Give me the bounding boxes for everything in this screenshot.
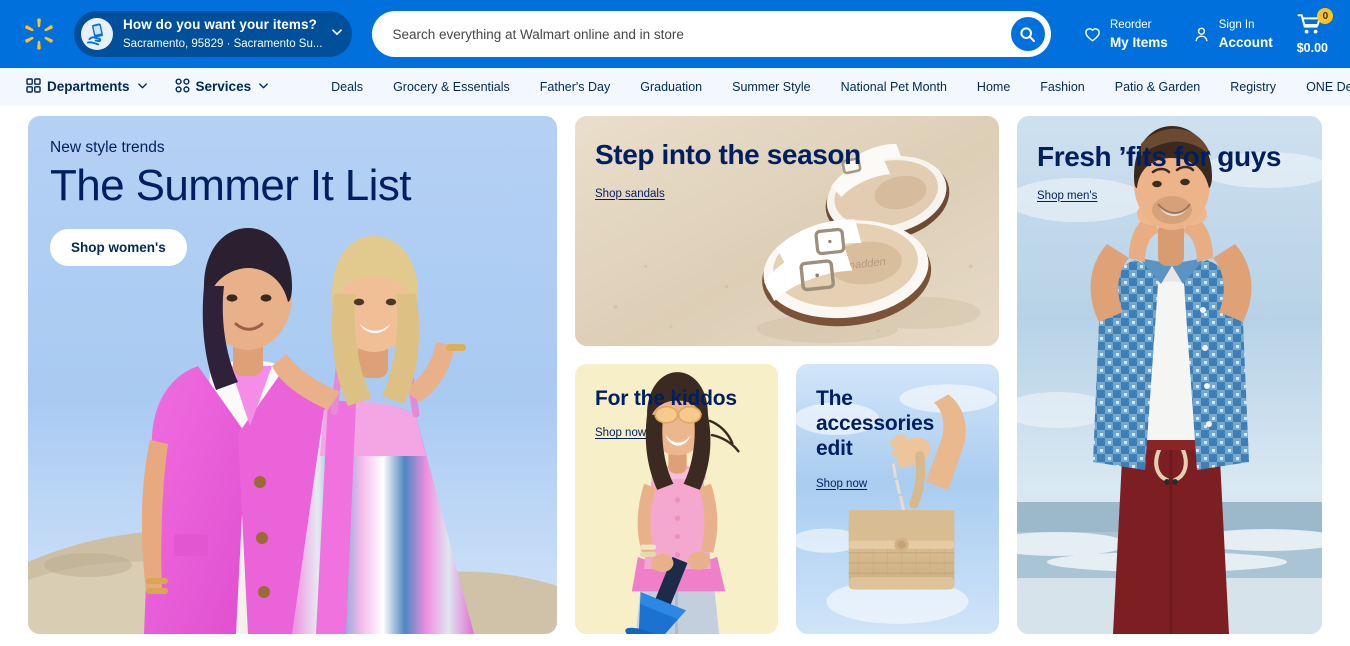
middle-bottom-row: For the kiddos Shop now The accessories … [575,364,999,634]
fulfillment-title: How do you want your items? [123,16,317,32]
hero-title: The Summer It List [50,161,411,210]
account-label: Account [1218,35,1273,50]
nav-services-label: Services [195,79,252,94]
header-actions: Reorder My Items Sign In Account 0 $0.00 [1071,8,1336,57]
shop-womens-button[interactable]: Shop women's [50,229,187,267]
nav-link-deals[interactable]: Deals [316,80,378,94]
sandals-copy: Step into the season Shop sandals [595,138,861,202]
cart-badge: 0 [1317,8,1334,24]
card-step-into-the-season[interactable]: madden Step into the season Shop sandals [575,116,999,346]
hand-holding-phone-icon [81,18,113,50]
search-container [372,11,1051,57]
kiddos-copy: For the kiddos Shop now [595,386,737,441]
hero-eyebrow: New style trends [50,139,165,156]
user-icon [1192,25,1211,44]
cart-total: $0.00 [1296,41,1328,55]
nav-link-one-debit[interactable]: ONE Debit [1291,80,1350,94]
grid-dots-icon [175,77,190,96]
nav-link-national-pet-month[interactable]: National Pet Month [826,80,962,94]
cart-button[interactable]: 0 $0.00 [1285,8,1336,57]
hero-card-summer-it-list[interactable]: New style trends The Summer It List Shop… [28,116,557,634]
nav-link-graduation[interactable]: Graduation [625,80,717,94]
homepage-hero-grid: New style trends The Summer It List Shop… [0,106,1350,646]
card-for-the-kiddos[interactable]: For the kiddos Shop now [575,364,778,634]
search-input[interactable] [392,11,1011,57]
nav-link-fathers-day[interactable]: Father's Day [525,80,625,94]
nav-link-fashion[interactable]: Fashion [1025,80,1099,94]
grid-squares-icon [26,77,41,96]
reorder-label: Reorder [1109,19,1152,32]
shop-sandals-link[interactable]: Shop sandals [595,188,665,200]
walmart-spark-icon[interactable] [22,17,56,51]
nav-links: Deals Grocery & Essentials Father's Day … [316,80,1350,94]
nav-services-dropdown[interactable]: Services [175,77,271,96]
chevron-down-icon [136,79,149,95]
nav-link-grocery-essentials[interactable]: Grocery & Essentials [378,80,525,94]
nav-departments-label: Departments [47,79,130,94]
heart-icon [1083,25,1102,44]
card-fresh-fits-for-guys[interactable]: Fresh ’fits for guys Shop men's [1017,116,1322,634]
reorder-my-items-button[interactable]: Reorder My Items [1071,11,1180,57]
chevron-down-icon [257,79,270,95]
my-items-label: My Items [1109,35,1168,50]
mens-copy: Fresh ’fits for guys Shop men's [1037,140,1281,204]
nav-link-summer-style[interactable]: Summer Style [717,80,826,94]
chevron-down-icon [330,25,344,44]
search-icon [1020,26,1036,42]
fulfillment-selector[interactable]: How do you want your items? Sacramento, … [74,11,353,57]
kiddos-shop-now-link[interactable]: Shop now [595,427,646,439]
sign-in-label: Sign In [1218,19,1255,32]
accessories-shop-now-link[interactable]: Shop now [816,478,867,490]
hero-copy: New style trends The Summer It List Shop… [50,139,411,267]
fulfillment-location: Sacramento, 95829 · Sacramento Su... [123,38,323,50]
site-header: How do you want your items? Sacramento, … [0,0,1350,68]
card-the-accessories-edit[interactable]: The accessories edit Shop now [796,364,999,634]
search-button[interactable] [1010,17,1045,51]
sign-in-account-button[interactable]: Sign In Account [1180,11,1285,57]
accessories-title: The accessories edit [816,387,935,461]
shop-mens-link[interactable]: Shop men's [1037,190,1097,202]
sandals-title: Step into the season [595,139,861,170]
accessories-copy: The accessories edit Shop now [816,386,962,492]
nav-link-home[interactable]: Home [962,80,1025,94]
nav-link-patio-garden[interactable]: Patio & Garden [1100,80,1215,94]
primary-navigation: Departments Services Deals Grocery & Ess… [0,68,1350,106]
nav-departments-dropdown[interactable]: Departments [26,77,149,96]
nav-link-registry[interactable]: Registry [1215,80,1291,94]
kiddos-title: For the kiddos [595,387,737,410]
middle-column: madden Step into the season Shop sandals [575,116,999,634]
mens-title: Fresh ’fits for guys [1037,141,1282,172]
